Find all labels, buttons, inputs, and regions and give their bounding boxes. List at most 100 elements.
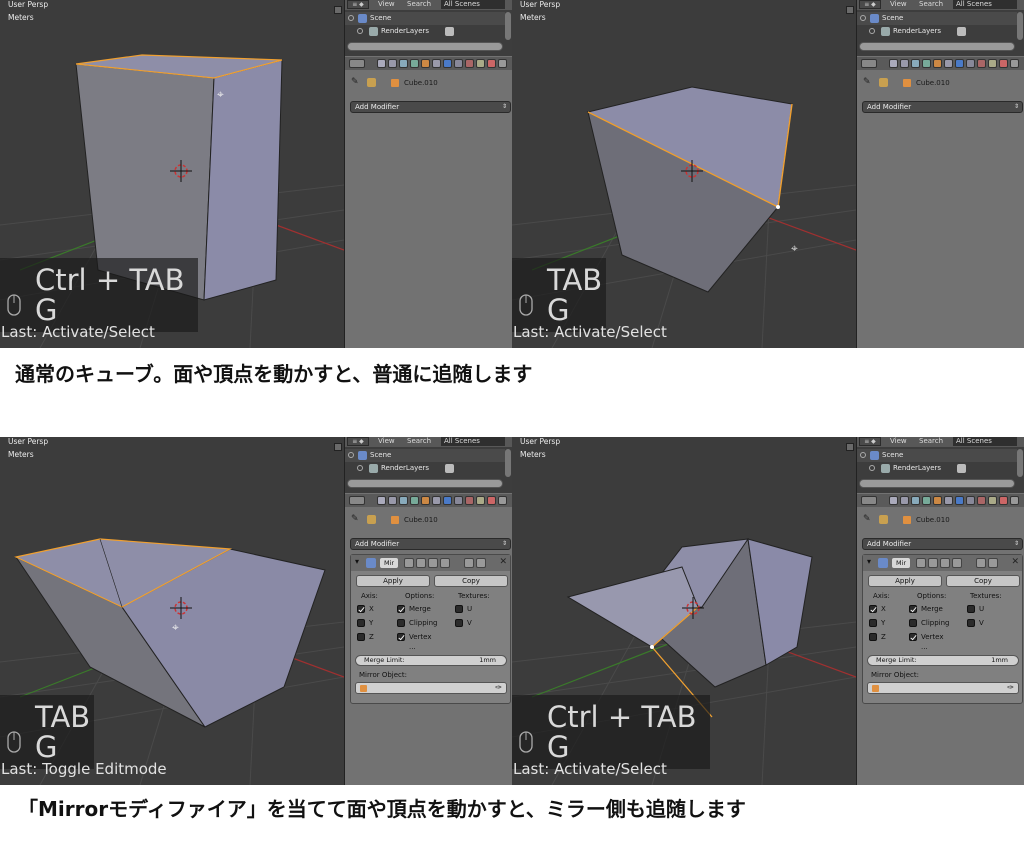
eyedropper-icon[interactable]: ✑ (495, 683, 502, 692)
layers-tab-icon[interactable] (900, 59, 909, 68)
particles-tab-icon[interactable] (999, 59, 1008, 68)
physics-tab-icon[interactable] (1010, 59, 1019, 68)
particles-tab-icon[interactable] (999, 496, 1008, 505)
3d-viewport[interactable]: ⌖ User Persp Meters Ctrl + TAB G Last: A… (0, 0, 344, 348)
viewport-toggle-icon[interactable] (928, 558, 938, 568)
search-menu[interactable]: Search (919, 0, 943, 9)
checkbox-unchecked[interactable] (455, 619, 463, 627)
3d-viewport[interactable]: User Persp Meters Ctrl + TAB G Last: Act… (512, 437, 856, 785)
panel-type-icon[interactable] (349, 59, 365, 68)
expand-icon[interactable] (357, 465, 363, 471)
wrench-icon[interactable] (955, 496, 964, 505)
world-tab-icon[interactable] (410, 59, 419, 68)
eyedropper-icon[interactable]: ✑ (1007, 683, 1014, 692)
viewport-corner-widget[interactable] (334, 443, 342, 451)
object-tab-icon[interactable] (421, 59, 430, 68)
world-tab-icon[interactable] (410, 496, 419, 505)
physics-tab-icon[interactable] (498, 496, 507, 505)
search-menu[interactable]: Search (407, 437, 431, 446)
layers-tab-icon[interactable] (388, 496, 397, 505)
display-mode-dropdown[interactable]: All Scenes (441, 0, 505, 9)
checkbox-unchecked[interactable] (357, 633, 365, 641)
constraints-tab-icon[interactable] (432, 59, 441, 68)
checkbox-unchecked[interactable] (967, 605, 975, 613)
view-menu[interactable]: View (378, 437, 395, 446)
cage-toggle-icon[interactable] (952, 558, 962, 568)
copy-button[interactable]: Copy (946, 575, 1020, 587)
constraints-tab-icon[interactable] (944, 496, 953, 505)
viewport-toggle-icon[interactable] (416, 558, 426, 568)
viewport-corner-widget[interactable] (334, 6, 342, 14)
panel-type-icon[interactable] (861, 496, 877, 505)
render-tab-icon[interactable] (377, 59, 386, 68)
editmode-toggle-icon[interactable] (428, 558, 438, 568)
render-tab-icon[interactable] (377, 496, 386, 505)
checkbox-unchecked[interactable] (869, 633, 877, 641)
panel-type-icon[interactable] (861, 59, 877, 68)
pin-icon[interactable]: ✎ (863, 77, 871, 87)
expand-icon[interactable] (869, 28, 875, 34)
search-menu[interactable]: Search (919, 437, 943, 446)
checkbox-checked[interactable] (869, 605, 877, 613)
viewport-corner-widget[interactable] (846, 6, 854, 14)
move-up-icon[interactable] (976, 558, 986, 568)
checkbox-unchecked[interactable] (869, 619, 877, 627)
object-tab-icon[interactable] (933, 496, 942, 505)
expand-icon[interactable] (357, 28, 363, 34)
layers-tab-icon[interactable] (900, 496, 909, 505)
close-icon[interactable]: ✕ (1011, 557, 1019, 567)
checkbox-unchecked[interactable] (397, 619, 405, 627)
world-tab-icon[interactable] (922, 59, 931, 68)
add-modifier-dropdown[interactable]: Add Modifier ⇕ (350, 101, 511, 113)
object-tab-icon[interactable] (421, 496, 430, 505)
3d-viewport[interactable]: ⌖ User Persp Meters TAB G Last: Activate… (512, 0, 856, 348)
cage-toggle-icon[interactable] (440, 558, 450, 568)
outliner-row-renderlayers[interactable]: RenderLayers (345, 462, 505, 475)
add-modifier-dropdown[interactable]: Add Modifier ⇕ (862, 538, 1023, 550)
render-toggle-icon[interactable] (916, 558, 926, 568)
horizontal-scrollbar[interactable] (859, 42, 1015, 51)
texture-tab-icon[interactable] (988, 59, 997, 68)
panel-type-icon[interactable] (349, 496, 365, 505)
search-menu[interactable]: Search (407, 0, 431, 9)
view-menu[interactable]: View (890, 0, 907, 9)
scene-tab-icon[interactable] (911, 59, 920, 68)
vertical-scrollbar[interactable] (505, 12, 511, 40)
texture-tab-icon[interactable] (988, 496, 997, 505)
add-modifier-dropdown[interactable]: Add Modifier ⇕ (862, 101, 1023, 113)
modifier-name-field[interactable]: Mir (380, 558, 398, 568)
add-modifier-dropdown[interactable]: Add Modifier ⇕ (350, 538, 511, 550)
copy-button[interactable]: Copy (434, 575, 508, 587)
display-mode-dropdown[interactable]: All Scenes (441, 437, 505, 446)
checkbox-checked[interactable] (357, 605, 365, 613)
move-up-icon[interactable] (464, 558, 474, 568)
physics-tab-icon[interactable] (498, 59, 507, 68)
outliner-row-renderlayers[interactable]: RenderLayers (345, 25, 505, 38)
world-tab-icon[interactable] (922, 496, 931, 505)
pin-icon[interactable]: ✎ (863, 514, 871, 524)
mirror-object-field[interactable]: ✑ (355, 682, 507, 694)
checkbox-checked[interactable] (909, 633, 917, 641)
vertical-scrollbar[interactable] (505, 449, 511, 477)
editor-type-button[interactable]: ≡ ◆ (859, 0, 881, 9)
physics-tab-icon[interactable] (1010, 496, 1019, 505)
scene-tab-icon[interactable] (399, 59, 408, 68)
horizontal-scrollbar[interactable] (859, 479, 1015, 488)
merge-limit-field[interactable]: Merge Limit: 1mm (867, 655, 1019, 666)
object-tab-icon[interactable] (933, 59, 942, 68)
expand-icon[interactable] (860, 15, 866, 21)
expand-icon[interactable] (348, 15, 354, 21)
close-icon[interactable]: ✕ (499, 557, 507, 567)
vertical-scrollbar[interactable] (1017, 449, 1023, 477)
apply-button[interactable]: Apply (868, 575, 942, 587)
render-tab-icon[interactable] (889, 496, 898, 505)
view-menu[interactable]: View (378, 0, 395, 9)
editor-type-button[interactable]: ≡ ◆ (859, 437, 881, 446)
scene-tab-icon[interactable] (399, 496, 408, 505)
checkbox-unchecked[interactable] (967, 619, 975, 627)
data-tab-icon[interactable] (966, 496, 975, 505)
texture-tab-icon[interactable] (476, 59, 485, 68)
move-down-icon[interactable] (988, 558, 998, 568)
outliner-row-scene[interactable]: Scene (345, 12, 505, 25)
data-tab-icon[interactable] (454, 59, 463, 68)
